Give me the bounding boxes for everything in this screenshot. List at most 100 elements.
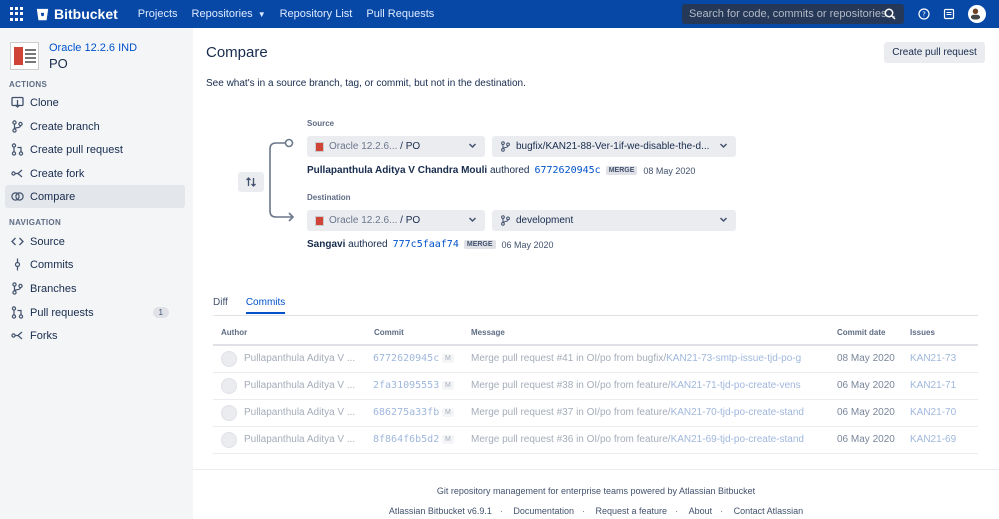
help-icon[interactable]: ?	[918, 8, 930, 20]
destination-commit-hash[interactable]: 777c5faaf74	[393, 239, 459, 250]
forks-icon	[11, 331, 23, 340]
source-repository-select[interactable]: Oracle 12.2.6... / PO	[307, 136, 485, 157]
sidebar-item-commits[interactable]: Commits	[5, 253, 185, 276]
create-pull-request-button[interactable]: Create pull request	[884, 42, 985, 63]
issue-link[interactable]: KAN21-69	[910, 434, 956, 445]
destination-repository-select[interactable]: Oracle 12.2.6... / PO	[307, 210, 485, 231]
commit-message: Merge pull request #38 in OI/po from fea…	[471, 380, 814, 391]
sidebar-item-label: Clone	[30, 96, 59, 109]
commit-message-text: Merge pull request #36 in OI/po from fea…	[471, 434, 671, 445]
issue-link[interactable]: KAN21-70	[910, 407, 956, 418]
project-avatar[interactable]	[10, 42, 39, 70]
source-repo-project: Oracle 12.2.6...	[329, 141, 398, 152]
table-row: Pullapanthula Aditya V ... 2fa31095553 M…	[213, 373, 978, 400]
destination-author[interactable]: Sangavi	[307, 239, 345, 250]
authored-text: authored	[489, 165, 530, 176]
commit-hash-link[interactable]: 8f864f6b5d2	[373, 434, 439, 445]
commit-hash-link[interactable]: 6772620945c	[373, 353, 439, 364]
footer-about-link[interactable]: About	[689, 506, 713, 516]
merge-badge: MERGE	[463, 240, 496, 249]
tab-diff[interactable]: Diff	[213, 297, 228, 314]
tab-commits[interactable]: Commits	[245, 297, 286, 314]
destination-branch-select[interactable]: development	[492, 210, 736, 231]
user-avatar[interactable]	[968, 5, 986, 23]
sidebar-item-label: Source	[30, 235, 65, 248]
footer-contact-link[interactable]: Contact Atlassian	[734, 506, 804, 516]
nav-repository-list-label: Repository List	[279, 8, 353, 20]
table-row: Pullapanthula Aditya V ... 6772620945c M…	[213, 346, 978, 373]
commit-message-text: Merge pull request #41 in OI/po from bug…	[471, 353, 667, 364]
pull-requests-count-badge: 1	[152, 307, 169, 318]
author-avatar	[221, 378, 237, 394]
author-avatar	[221, 351, 237, 367]
bitbucket-logo[interactable]: Bitbucket	[36, 6, 118, 22]
destination-label: Destination	[307, 193, 351, 202]
merge-badge: M	[442, 354, 454, 363]
commit-author: Pullapanthula Aditya V ...	[244, 380, 356, 391]
commit-message-issue-link[interactable]: KAN21-71-tjd-po-create-vens	[671, 380, 801, 391]
sidebar-item-label: Compare	[30, 190, 76, 203]
nav-repositories-label: Repositories	[191, 8, 253, 20]
chevron-down-icon: ▼	[257, 9, 266, 19]
source-branch-select[interactable]: bugfix/KAN21-88-Ver-1if-we-disable-the-d…	[492, 136, 736, 157]
commit-message-issue-link[interactable]: KAN21-69-tjd-po-create-stand	[671, 434, 804, 445]
commit-message-issue-link[interactable]: KAN21-70-tjd-po-create-stand	[671, 407, 804, 418]
footer-links: Atlassian Bitbucket v6.9.1 · Documentatio…	[193, 506, 999, 516]
top-navigation-bar: Bitbucket Projects Repositories ▼ Reposit…	[0, 0, 999, 28]
nav-projects[interactable]: Projects	[138, 8, 178, 20]
footer-divider	[193, 469, 999, 470]
footer-version-link[interactable]: Atlassian Bitbucket v6.9.1	[389, 506, 492, 516]
commit-message: Merge pull request #37 in OI/po from fea…	[471, 407, 814, 418]
branch-icon	[12, 120, 23, 133]
footer-documentation-link[interactable]: Documentation	[513, 506, 574, 516]
sidebar-item-compare[interactable]: Compare	[5, 185, 185, 208]
tab-divider	[213, 315, 978, 316]
source-icon	[11, 237, 24, 246]
clone-icon	[11, 96, 24, 108]
commit-hash-link[interactable]: 2fa31095553	[373, 380, 439, 391]
authored-text: authored	[348, 239, 388, 250]
chevron-down-icon	[468, 143, 477, 149]
commit-message-text: Merge pull request #38 in OI/po from fea…	[471, 380, 671, 391]
commit-hash-link[interactable]: 686275a33fb	[373, 407, 439, 418]
swap-branches-button[interactable]	[238, 172, 264, 192]
repository-name-link[interactable]: PO	[49, 56, 68, 71]
brand-name: Bitbucket	[54, 6, 118, 22]
nav-pull-requests[interactable]: Pull Requests	[366, 8, 434, 20]
search-placeholder: Search for code, commits or repositories…	[689, 8, 896, 20]
nav-projects-label: Projects	[137, 8, 178, 20]
commit-author: Pullapanthula Aditya V ...	[244, 407, 356, 418]
sidebar-item-branches[interactable]: Branches	[5, 277, 185, 300]
source-commit-hash[interactable]: 6772620945c	[534, 165, 600, 176]
issue-link[interactable]: KAN21-71	[910, 380, 956, 391]
sidebar-item-pull-requests[interactable]: Pull requests 1	[5, 301, 185, 324]
nav-pull-requests-label: Pull Requests	[366, 8, 435, 20]
sidebar-item-create-branch[interactable]: Create branch	[5, 115, 185, 138]
commit-message-issue-link[interactable]: KAN21-73-smtp-issue-tjd-po-g	[666, 353, 801, 364]
nav-repositories[interactable]: Repositories ▼	[192, 8, 266, 20]
issue-link[interactable]: KAN21-73	[910, 353, 956, 364]
footer-request-feature-link[interactable]: Request a feature	[595, 506, 667, 516]
author-avatar	[221, 432, 237, 448]
compare-flow-connector	[269, 138, 295, 222]
project-name-link[interactable]: Oracle 12.2.6 IND	[49, 42, 137, 54]
footer-tagline: Git repository management for enterprise…	[436, 486, 756, 496]
table-row: Pullapanthula Aditya V ... 686275a33fb M…	[213, 400, 978, 427]
search-icon[interactable]	[884, 8, 896, 20]
sidebar-item-label: Forks	[30, 329, 58, 342]
notifications-icon[interactable]	[943, 8, 955, 20]
source-author[interactable]: Pullapanthula Aditya V Chandra Mouli	[307, 165, 487, 176]
app-switcher-icon[interactable]	[10, 7, 24, 21]
sidebar-item-create-fork[interactable]: Create fork	[5, 162, 185, 185]
commit-date: 06 May 2020	[837, 407, 895, 418]
sidebar-item-source[interactable]: Source	[5, 230, 185, 253]
nav-repository-list[interactable]: Repository List	[280, 8, 353, 20]
search-input[interactable]: Search for code, commits or repositories…	[682, 4, 904, 24]
sidebar-item-label: Create fork	[30, 167, 85, 180]
footer-separator: ·	[720, 506, 724, 516]
sidebar-item-forks[interactable]: Forks	[5, 324, 185, 347]
commits-icon	[14, 258, 21, 271]
column-header-commit-date: Commit date	[837, 328, 886, 337]
sidebar-item-clone[interactable]: Clone	[5, 91, 185, 114]
sidebar-item-create-pull-request[interactable]: Create pull request	[5, 138, 185, 161]
